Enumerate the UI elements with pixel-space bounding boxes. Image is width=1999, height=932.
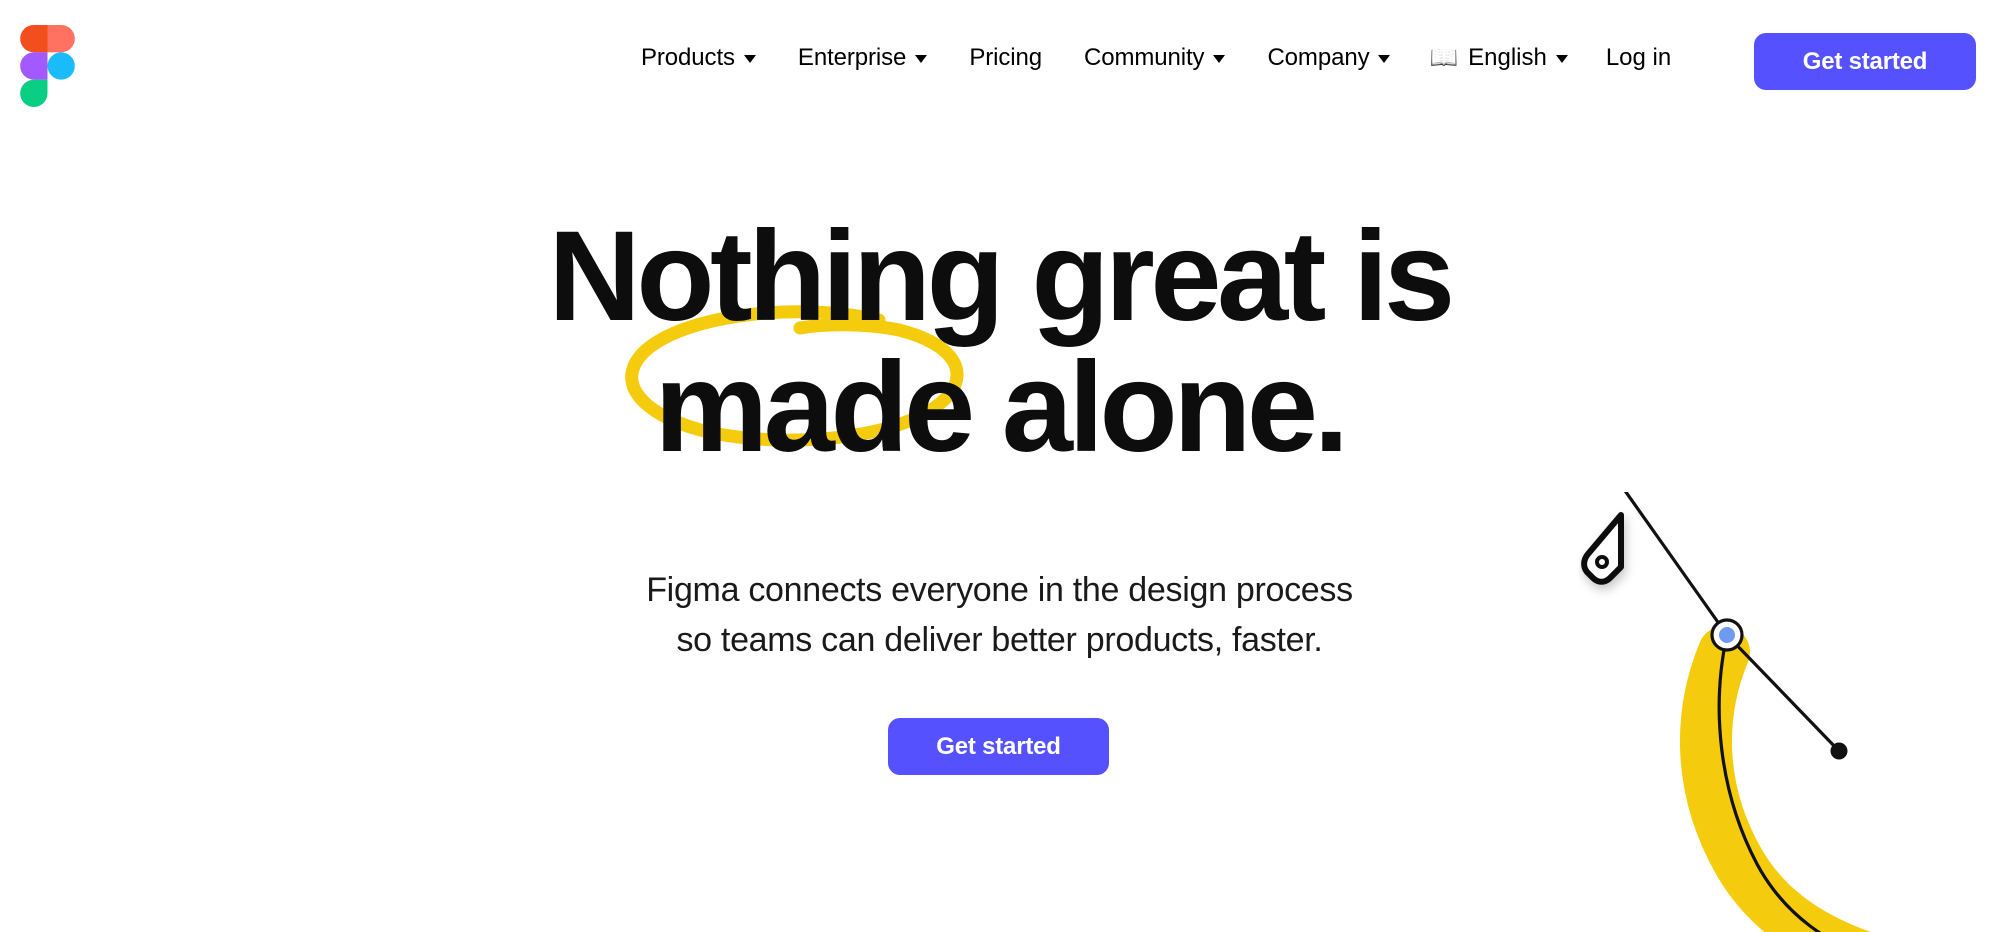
hero-headline: Nothing great is made alone. [0,205,1999,474]
nav-item-products[interactable]: Products [620,36,777,80]
nav-label: Company [1267,43,1370,71]
yellow-curve-stroke [1679,626,1871,932]
nav-label: Enterprise [797,43,907,71]
header-get-started-button[interactable]: Get started [1754,33,1976,90]
language-selector[interactable]: 📖 English [1411,36,1585,80]
nav-item-enterprise[interactable]: Enterprise [777,36,948,80]
language-label: English [1468,43,1547,71]
chevron-down-icon [1213,55,1226,63]
vector-path-line [1717,633,1822,932]
site-header: Products Enterprise Pricing Community Co… [0,0,1999,115]
chevron-down-icon [743,55,756,63]
subhead-line-2: so teams can deliver better products, fa… [676,621,1323,660]
nav-item-community[interactable]: Community [1063,36,1246,80]
nav-label: Pricing [969,43,1042,71]
translate-icon: 📖 [1429,44,1459,70]
pen-tool-vector-path-illustration [1581,492,1871,932]
chevron-down-icon [1555,55,1568,63]
headline-line-2: made alone. [0,342,1999,474]
headline-highlight-word: made [654,335,975,479]
hero-subheading: Figma connects everyone in the design pr… [0,565,1999,666]
subhead-line-1: Figma connects everyone in the design pr… [646,571,1353,609]
chevron-down-icon [915,55,928,63]
nav-label: Products [641,43,735,71]
headline-line-1: Nothing great is [548,205,1455,348]
figma-logo-icon[interactable] [20,25,75,107]
hero-section: Nothing great is made alone. Figma conne… [0,0,1999,932]
handle-endpoint-dot [1830,742,1848,760]
chevron-down-icon [1378,55,1391,63]
nav-item-pricing[interactable]: Pricing [948,36,1063,80]
login-link[interactable]: Log in [1586,36,1691,80]
hero-get-started-button[interactable]: Get started [888,718,1109,775]
headline-rest: alone. [970,335,1349,479]
main-navigation: Products Enterprise Pricing Community Co… [620,0,1691,115]
nav-item-company[interactable]: Company [1246,36,1411,80]
nav-label: Community [1083,43,1205,71]
